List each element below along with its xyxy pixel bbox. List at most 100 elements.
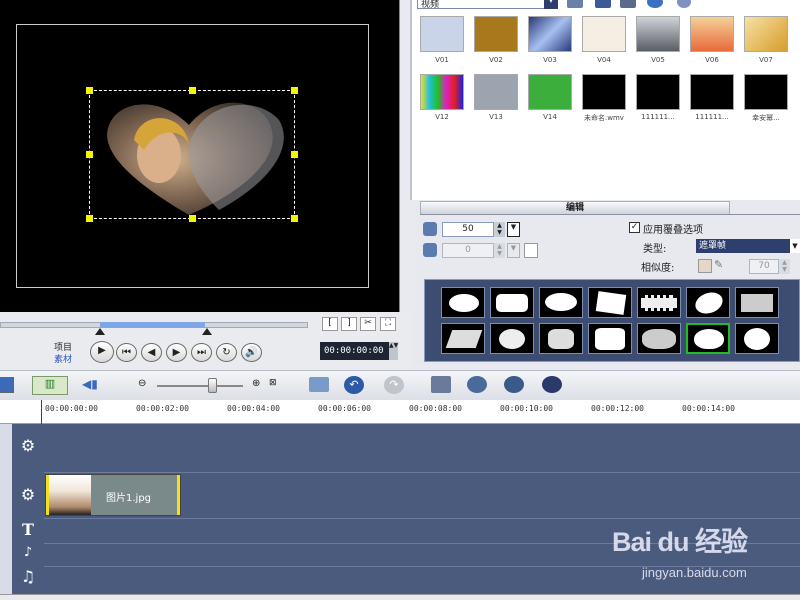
resize-handle-b[interactable] — [189, 215, 196, 222]
resize-handle-tr[interactable] — [291, 87, 298, 94]
library-thumb-v12[interactable] — [420, 74, 464, 110]
mask-speech-bubble[interactable] — [539, 287, 583, 318]
music-track-icon[interactable]: ♫ — [14, 563, 42, 591]
mask-blocks[interactable] — [735, 287, 779, 318]
resize-handle-br[interactable] — [291, 215, 298, 222]
next-frame-button[interactable]: ▶ — [166, 343, 187, 362]
library-thumb-v07[interactable] — [744, 16, 788, 52]
similarity-input[interactable]: 70 — [749, 259, 779, 274]
library-thumb-111111-a[interactable] — [636, 74, 680, 110]
library-category-select[interactable]: 视频 — [417, 0, 557, 10]
clip-trim-right[interactable] — [177, 475, 180, 515]
library-thumb-v06[interactable] — [690, 16, 734, 52]
mask-torn-paper[interactable] — [588, 287, 632, 318]
library-thumb-111111-b[interactable] — [690, 74, 734, 110]
mask-circles[interactable] — [490, 323, 534, 354]
library-manager-icon[interactable] — [620, 0, 636, 8]
library-thumb-last[interactable] — [744, 74, 788, 110]
mask-grunge[interactable] — [588, 323, 632, 354]
mask-tilted-oval[interactable] — [686, 287, 730, 318]
zoom-slider-thumb[interactable] — [208, 378, 217, 393]
mask-ellipse[interactable] — [441, 287, 485, 318]
border-color-swatch[interactable] — [524, 243, 538, 258]
type-dropdown-icon[interactable]: ▼ — [790, 239, 800, 253]
storyboard-view-icon[interactable] — [0, 377, 14, 393]
end-button[interactable]: ⏭ — [191, 343, 212, 362]
timeline-scrollbar[interactable] — [0, 594, 800, 600]
mask-hearts-selected[interactable] — [686, 323, 730, 354]
undo-icon[interactable]: ↶ — [344, 376, 364, 394]
clip-mode-label[interactable]: 素材 — [54, 352, 72, 365]
mask-splash[interactable] — [539, 323, 583, 354]
transparency-dropdown[interactable]: ▼ — [507, 222, 520, 237]
folder-icon[interactable] — [567, 0, 583, 8]
library-thumb-v01[interactable] — [420, 16, 464, 52]
library-thumb-v14[interactable] — [528, 74, 572, 110]
mark-in-button[interactable]: [ — [322, 317, 338, 331]
resize-handle-r[interactable] — [291, 151, 298, 158]
audio-view-icon[interactable]: ◀▮ — [82, 377, 104, 393]
chevron-down-icon[interactable]: ▼ — [544, 0, 558, 9]
mask-slash[interactable] — [441, 323, 485, 354]
prev-frame-button[interactable]: ◀ — [141, 343, 162, 362]
mark-out-button[interactable]: ] — [341, 317, 357, 331]
timeline-view-icon[interactable]: ▥ — [32, 376, 68, 395]
library-category-value: 视频 — [421, 0, 440, 10]
similarity-spinner[interactable]: ▲ ▼ — [779, 259, 790, 274]
transparency-input[interactable]: 50 — [442, 222, 494, 237]
mask-star-burst[interactable] — [735, 323, 779, 354]
repeat-button[interactable]: ↻ — [216, 343, 237, 362]
overlay-clip[interactable]: 图片1.jpg — [45, 474, 181, 516]
overlay-selection-box[interactable] — [86, 87, 298, 222]
insert-media-icon[interactable] — [309, 377, 329, 392]
video-track-icon[interactable]: ⚙ — [14, 432, 42, 460]
mask-cloud[interactable] — [637, 323, 681, 354]
transparency-spinner[interactable]: ▲ ▼ — [494, 222, 505, 237]
cut-button[interactable]: ✂ — [360, 317, 376, 331]
overlay-option-checkbox[interactable]: ✓ — [629, 222, 640, 233]
clock-icon[interactable] — [467, 376, 487, 393]
library-thumb-v02[interactable] — [474, 16, 518, 52]
library-thumb-untitled[interactable] — [582, 74, 626, 110]
eyedropper-icon[interactable]: ✎ — [714, 258, 728, 274]
expand-icon[interactable] — [677, 0, 691, 8]
time-ruler[interactable] — [0, 400, 800, 424]
refresh-icon[interactable] — [647, 0, 663, 8]
mask-film-strip[interactable] — [637, 287, 681, 318]
thumb-label: V04 — [597, 56, 611, 64]
type-select[interactable]: 遮罩帧 — [696, 239, 791, 253]
sort-icon[interactable] — [595, 0, 611, 8]
record-capture-icon[interactable] — [431, 376, 451, 393]
library-thumb-v03[interactable] — [528, 16, 572, 52]
similarity-color-swatch[interactable] — [698, 259, 712, 273]
resize-handle-t[interactable] — [189, 87, 196, 94]
disc-icon[interactable] — [542, 376, 562, 393]
overlay-track-icon[interactable]: ⚙ — [14, 481, 42, 509]
resize-handle-bl[interactable] — [86, 215, 93, 222]
ruler-tick-label: 00:00:04:00 — [227, 404, 280, 413]
library-thumb-v04[interactable] — [582, 16, 626, 52]
zoom-in-icon[interactable]: ⊕ — [252, 378, 260, 389]
border-dropdown[interactable]: ▼ — [507, 243, 520, 258]
tab-edit[interactable]: 编辑 — [420, 201, 730, 214]
timecode-spinner[interactable]: ▲▼ — [389, 342, 398, 360]
volume-button[interactable]: 🔊 — [241, 343, 262, 362]
fullscreen-button[interactable]: ⛶ — [380, 317, 396, 331]
fit-project-icon[interactable]: ⊠ — [269, 378, 277, 388]
border-spinner[interactable]: ▲ ▼ — [494, 243, 505, 258]
library-thumb-v05[interactable] — [636, 16, 680, 52]
play-button[interactable]: ▶ — [90, 341, 114, 363]
start-button[interactable]: ⏮ — [116, 343, 137, 362]
trim-end-marker[interactable] — [202, 328, 212, 335]
resize-handle-l[interactable] — [86, 151, 93, 158]
zoom-slider-track[interactable] — [157, 385, 243, 387]
trim-start-marker[interactable] — [95, 328, 105, 335]
border-input[interactable]: 0 — [442, 243, 494, 258]
zoom-out-icon[interactable]: ⊖ — [138, 378, 146, 389]
resize-handle-tl[interactable] — [86, 87, 93, 94]
film-reel-icon[interactable] — [504, 376, 524, 393]
library-thumb-v13[interactable] — [474, 74, 518, 110]
redo-icon[interactable]: ↷ — [384, 376, 404, 394]
mask-rounded-rect[interactable] — [490, 287, 534, 318]
timecode-display[interactable]: 00:00:00:00 — [320, 342, 390, 360]
